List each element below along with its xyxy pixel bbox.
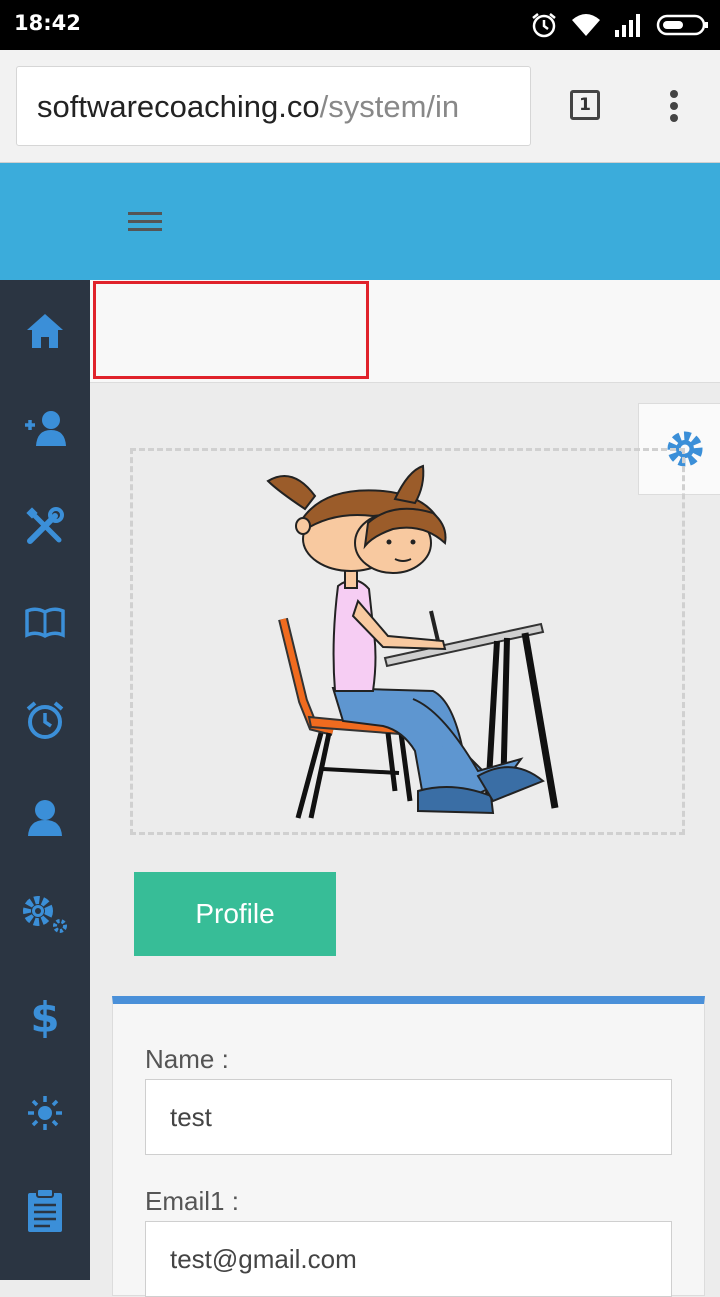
tab-switcher-button[interactable]: 1 — [570, 90, 600, 120]
clipboard-icon — [28, 1188, 62, 1232]
gears-icon — [23, 896, 67, 933]
name-field[interactable]: test — [145, 1079, 672, 1155]
sidebar-item-alarm[interactable] — [0, 690, 90, 750]
url-host: softwarecoaching.co — [37, 89, 320, 124]
sidebar-item-home[interactable] — [0, 301, 90, 361]
user-icon — [28, 800, 62, 836]
url-path: /system/in — [319, 89, 460, 124]
email-field[interactable]: test@gmail.com — [145, 1221, 672, 1297]
sidebar-item-tools[interactable] — [0, 496, 90, 556]
sidebar-item-settings[interactable] — [0, 885, 90, 945]
email-label: Email1 : — [145, 1186, 239, 1216]
book-icon — [25, 607, 65, 639]
app-header — [0, 163, 720, 280]
status-time: 18:42 — [14, 11, 81, 35]
profile-image-dropzone[interactable] — [130, 448, 685, 835]
status-icons — [530, 10, 710, 40]
battery-icon — [656, 14, 708, 36]
dollar-icon: $ — [30, 994, 59, 1038]
alarm-clock-icon — [26, 701, 64, 739]
student-illustration — [266, 464, 559, 819]
profile-button[interactable]: Profile — [134, 872, 336, 956]
tools-icon — [26, 507, 64, 544]
browser-toolbar: softwarecoaching.co/system/in 1 — [0, 50, 720, 163]
sun-icon — [28, 1096, 62, 1130]
status-bar: 18:42 — [0, 0, 720, 50]
home-icon — [27, 314, 63, 348]
sidebar-item-add-user[interactable] — [0, 398, 90, 458]
signal-icon — [615, 14, 640, 37]
hamburger-menu-icon[interactable] — [128, 212, 162, 234]
overflow-menu-icon[interactable] — [664, 88, 684, 128]
profile-form-card: Name : test Email1 : test@gmail.com — [112, 996, 705, 1297]
highlight-box — [93, 281, 369, 379]
sidebar-item-user[interactable] — [0, 788, 90, 848]
sidebar: $ — [0, 280, 90, 1280]
alarm-status-icon — [532, 13, 556, 38]
add-user-icon — [25, 411, 66, 446]
name-label: Name : — [145, 1044, 229, 1074]
sidebar-item-clipboard[interactable] — [0, 1180, 90, 1240]
svg-text:$: $ — [30, 994, 59, 1038]
sidebar-item-brightness[interactable] — [0, 1083, 90, 1143]
address-bar[interactable]: softwarecoaching.co/system/in — [16, 66, 531, 146]
sidebar-item-billing[interactable]: $ — [0, 986, 90, 1046]
sidebar-item-book[interactable] — [0, 593, 90, 653]
wifi-icon — [572, 14, 600, 36]
